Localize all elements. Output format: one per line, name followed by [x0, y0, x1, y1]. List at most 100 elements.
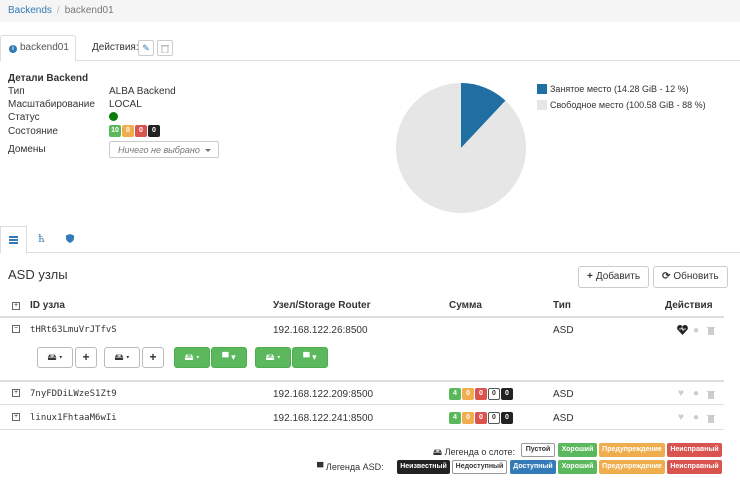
- details-status-label: Статус: [8, 112, 40, 123]
- slot-4-good-button[interactable]: 🖴 ▾: [255, 347, 291, 368]
- chevron-down-icon: [205, 149, 211, 152]
- refresh-button-label: Обновить: [673, 271, 719, 282]
- collapse-row-icon[interactable]: −: [12, 325, 20, 333]
- row-1-node-id[interactable]: tHRt63LmuVrJTfvS: [30, 325, 117, 335]
- row-3-counts: 40000: [449, 411, 514, 424]
- row-2-restart-icon[interactable]: ●: [693, 388, 699, 399]
- row-1-restart-icon[interactable]: ●: [693, 325, 699, 336]
- row-2-node-id[interactable]: 7nyFDDiLWzeS1Zt9: [30, 389, 117, 399]
- asd-legend-unknown: Неизвестный: [397, 460, 450, 474]
- slot-4-asd-button[interactable]: ▀ ▾: [292, 347, 328, 368]
- col-actions: Действия: [665, 300, 713, 311]
- expand-row-2-icon[interactable]: +: [12, 389, 20, 397]
- hdd-icon: 🖴: [47, 352, 57, 362]
- hdd-icon: 🖴: [433, 447, 443, 457]
- row-3-restart-icon[interactable]: ●: [693, 412, 699, 423]
- row-1-type: ASD: [553, 325, 574, 336]
- row-3-count-good: 4: [449, 412, 461, 424]
- row-2-counts: 40000: [449, 387, 514, 400]
- breadcrumb: Backends / backend01: [0, 0, 740, 22]
- refresh-button[interactable]: ⟳ Обновить: [653, 266, 728, 288]
- details-status-value: [109, 112, 118, 124]
- row-2-router: 192.168.122.209:8500: [273, 389, 374, 400]
- pie-slice-free: [396, 83, 526, 213]
- row-2-count-empty: 0: [488, 388, 500, 400]
- legend-used-swatch: [537, 84, 547, 94]
- row-3-count-error: 0: [475, 412, 487, 424]
- row-3-count-warning: 0: [462, 412, 474, 424]
- state-count-error: 0: [135, 125, 147, 137]
- row-3-heart-icon[interactable]: ♥: [678, 412, 684, 423]
- shield-icon: [65, 234, 74, 243]
- plus-icon: +: [82, 350, 90, 364]
- col-node-id: ID узла: [30, 300, 65, 311]
- row-1-router: 192.168.122.26:8500: [273, 325, 368, 336]
- slot-3-good-button[interactable]: 🖴 ▾: [174, 347, 210, 368]
- row-3-count-unknown: 0: [501, 412, 513, 424]
- slot-1-add-button[interactable]: +: [75, 347, 97, 368]
- row-2-divider: [0, 404, 724, 405]
- delete-button[interactable]: [157, 40, 173, 56]
- row-2-count-warning: 0: [462, 388, 474, 400]
- breadcrumb-current: backend01: [64, 5, 114, 16]
- plus-icon: +: [149, 350, 157, 364]
- asd-legend-unavailable: Недоступный: [452, 460, 507, 474]
- row-2-trash-icon[interactable]: [707, 390, 715, 399]
- tab-security[interactable]: [56, 226, 83, 253]
- hdd-icon: 🖴: [184, 352, 194, 362]
- details-type-label: Тип: [8, 86, 25, 97]
- archive-icon: ▀: [317, 462, 324, 472]
- info-icon: i: [9, 45, 17, 53]
- tab-list[interactable]: [0, 226, 27, 254]
- asd-legend-available: Доступный: [510, 460, 556, 474]
- row-3-router: 192.168.122.241:8500: [273, 413, 374, 424]
- details-title: Детали Backend: [8, 73, 89, 84]
- breadcrumb-separator: /: [56, 5, 60, 16]
- expand-all-icon[interactable]: +: [12, 302, 20, 310]
- list-icon: [9, 236, 18, 244]
- row-3-divider: [0, 429, 724, 430]
- row-1-heart-icon[interactable]: [677, 325, 688, 335]
- asd-section-title: ASD узлы: [8, 267, 68, 282]
- header-divider: [0, 316, 724, 318]
- legend-used-label: Занятое место (14.28 GiB - 12 %): [550, 84, 689, 94]
- slot-legend-warning: Предупреждение: [599, 443, 665, 457]
- details-type-value: ALBA Backend: [109, 86, 176, 97]
- col-sum: Сумма: [449, 300, 482, 311]
- slot-legend-label: 🖴 Легенда о слоте:: [433, 445, 515, 461]
- slot-2-add-button[interactable]: +: [142, 347, 164, 368]
- tab-hardware[interactable]: ћ: [28, 226, 55, 253]
- add-button[interactable]: + Добавить: [578, 266, 650, 288]
- row-2-count-unknown: 0: [501, 388, 513, 400]
- asd-legend-text: Легенда ASD:: [325, 462, 384, 472]
- slot-3-asd-button[interactable]: ▀ ▾: [211, 347, 247, 368]
- archive-icon: ▀: [303, 352, 310, 362]
- expand-row-3-icon[interactable]: +: [12, 413, 20, 421]
- row-3-node-id[interactable]: linux1FhtaaM6wIi: [30, 413, 117, 423]
- actions-label: Действия:: [92, 42, 139, 53]
- row-1-trash-icon[interactable]: [707, 326, 715, 335]
- col-router: Узел/Storage Router: [273, 300, 371, 311]
- state-count-unknown: 0: [148, 125, 160, 137]
- row-2-heart-icon[interactable]: ♥: [678, 388, 684, 399]
- tab-backend01[interactable]: i backend01: [0, 35, 76, 62]
- domains-select[interactable]: Ничего не выбрано: [109, 141, 219, 158]
- add-button-label: Добавить: [595, 271, 641, 282]
- pencil-icon: ✎: [142, 43, 150, 53]
- h-icon: ћ: [38, 234, 45, 245]
- refresh-icon: ⟳: [662, 271, 671, 282]
- main-tab-bar: i backend01 Действия: ✎: [0, 35, 740, 62]
- asd-legend-good: Хороший: [558, 460, 597, 474]
- row-3-type: ASD: [553, 413, 574, 424]
- slot-1-empty-button[interactable]: 🖴 ▾: [37, 347, 73, 368]
- row-3-trash-icon[interactable]: [707, 414, 715, 423]
- edit-button[interactable]: ✎: [138, 40, 154, 56]
- row-1-divider: [0, 380, 724, 382]
- tab-backend01-label: backend01: [20, 42, 69, 53]
- breadcrumb-backends-link[interactable]: Backends: [8, 5, 52, 16]
- slot-2-empty-button[interactable]: 🖴 ▾: [104, 347, 140, 368]
- state-count-good: 10: [109, 125, 121, 137]
- slot-legend-faulty: Неисправный: [667, 443, 722, 457]
- hdd-icon: 🖴: [114, 352, 124, 362]
- slot-legend-empty: Пустой: [521, 443, 555, 457]
